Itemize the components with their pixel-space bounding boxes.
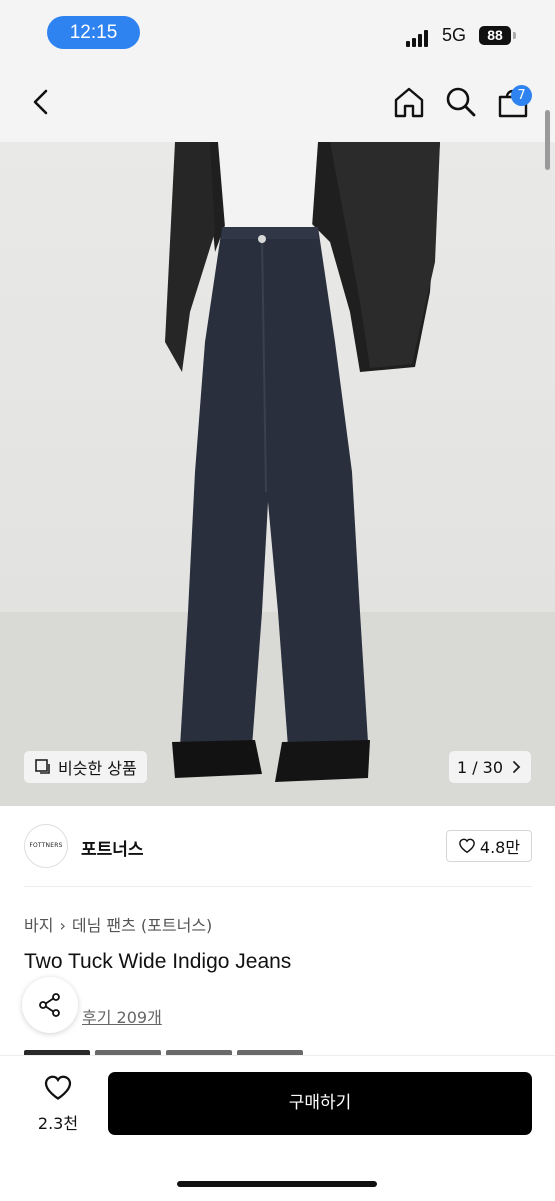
search-button[interactable] xyxy=(443,84,479,120)
status-time: 12:15 xyxy=(47,16,140,49)
breadcrumb-subcategory[interactable]: 데님 팬츠 (포트너스) xyxy=(72,916,212,935)
share-button[interactable] xyxy=(22,977,78,1033)
network-type: 5G xyxy=(442,25,467,45)
status-bar: 12:15 5G 88 xyxy=(0,0,555,64)
image-counter-button[interactable]: 1 / 30 xyxy=(449,751,531,783)
home-button[interactable] xyxy=(391,84,427,120)
wishlist-button[interactable]: 2.3천 xyxy=(30,1074,86,1134)
home-indicator xyxy=(177,1181,377,1187)
product-title: Two Tuck Wide Indigo Jeans xyxy=(24,950,292,973)
heart-outline-icon xyxy=(44,1075,72,1100)
product-image[interactable] xyxy=(0,142,555,806)
product-photo xyxy=(0,142,555,806)
home-icon xyxy=(394,87,424,118)
breadcrumb-category[interactable]: 바지 xyxy=(24,916,53,935)
breadcrumb: 바지 › 데님 팬츠 (포트너스) xyxy=(24,912,212,936)
chevron-left-icon xyxy=(33,89,48,115)
battery-tip xyxy=(513,32,516,39)
scrollbar[interactable] xyxy=(545,110,550,170)
chevron-right-icon xyxy=(513,761,521,773)
buy-button[interactable]: 구매하기 xyxy=(108,1072,532,1135)
brand-like-count: 4.8만 xyxy=(479,838,521,857)
signal-icon xyxy=(406,28,430,47)
reviews-link[interactable]: 후기 209개 xyxy=(82,1004,162,1028)
wishlist-count: 2.3천 xyxy=(37,1114,79,1133)
image-counter: 1 / 30 xyxy=(456,757,504,777)
share-icon xyxy=(39,993,60,1017)
similar-products-label: 비슷한 상품 xyxy=(58,759,137,778)
search-icon xyxy=(446,87,476,117)
heart-icon xyxy=(459,838,475,854)
top-nav xyxy=(0,64,555,142)
similar-products-button[interactable]: 비슷한 상품 xyxy=(24,751,147,783)
copy-icon xyxy=(35,759,50,774)
breadcrumb-separator-icon: › xyxy=(59,916,66,935)
brand-logo[interactable]: FOTTNERS xyxy=(24,824,68,868)
brand-name[interactable]: 포트너스 xyxy=(81,835,144,860)
brand-like-button[interactable]: 4.8만 xyxy=(446,830,532,862)
back-button[interactable] xyxy=(24,84,60,120)
battery-icon: 88 xyxy=(479,26,511,45)
cart-count-badge: 7 xyxy=(511,85,532,106)
bottom-action-bar: 2.3천 구매하기 xyxy=(0,1055,555,1201)
divider xyxy=(24,886,532,887)
brand-row[interactable]: FOTTNERS 포트너스 4.8만 xyxy=(24,822,532,870)
